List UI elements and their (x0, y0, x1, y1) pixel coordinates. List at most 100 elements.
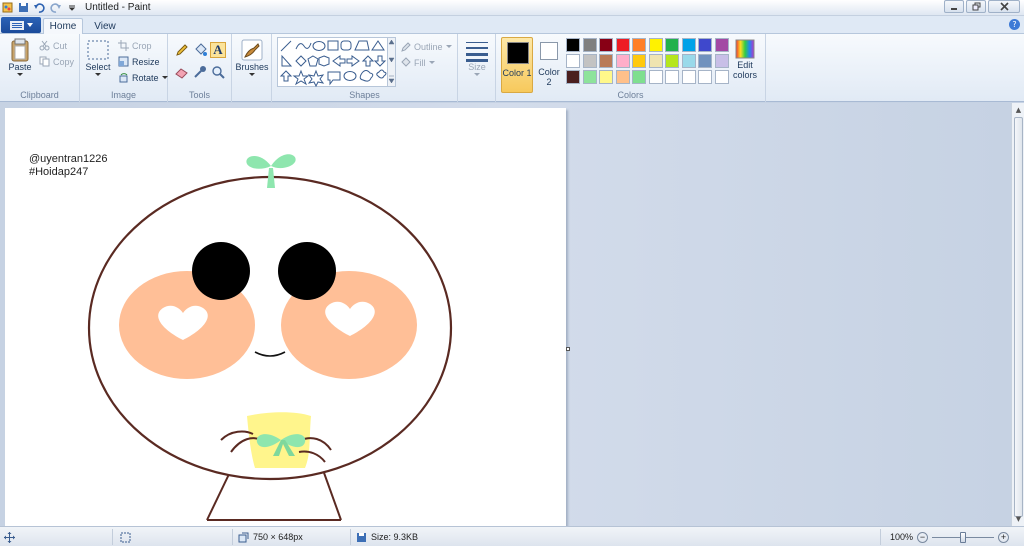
watermark-tag: #Hoidap247 (29, 166, 88, 178)
brushes-button[interactable]: Brushes (235, 38, 269, 77)
quick-access-toolbar (0, 0, 77, 16)
scrollbar-thumb[interactable] (1014, 117, 1023, 517)
line-size-icon (466, 42, 488, 62)
scroll-up-icon[interactable]: ▲ (1014, 105, 1023, 115)
cursor-position-icon (4, 531, 15, 543)
chevron-down-icon (161, 76, 168, 79)
scroll-down-icon[interactable]: ▼ (1014, 514, 1023, 524)
help-icon[interactable]: ? (1009, 19, 1020, 30)
outline-button[interactable]: Outline (400, 40, 452, 53)
color-swatch[interactable] (566, 70, 580, 84)
outline-pen-icon (401, 42, 411, 52)
color2-label[interactable]: Color 2 (536, 67, 562, 87)
vertical-scrollbar[interactable]: ▲ ▼ (1011, 103, 1024, 526)
color-swatch[interactable] (615, 70, 630, 84)
title-bar: Untitled - Paint (0, 0, 1024, 16)
restore-button[interactable] (966, 0, 986, 13)
clipboard-group: Paste Cut Copy Clipboard (0, 34, 80, 102)
paint-menu-button[interactable] (1, 17, 41, 33)
color2-swatch[interactable] (540, 42, 558, 60)
copy-label: Copy (53, 56, 75, 67)
paste-icon (11, 38, 29, 62)
color-picker-icon[interactable] (192, 64, 208, 80)
canvas-resize-handle[interactable] (566, 347, 570, 351)
text-tool-icon[interactable]: A (210, 42, 226, 58)
color-swatch[interactable] (615, 38, 630, 52)
color1-button[interactable]: Color 1 (501, 37, 533, 93)
minimize-button[interactable] (944, 0, 964, 13)
color-swatch[interactable] (681, 54, 696, 68)
color-swatch[interactable] (582, 70, 597, 84)
color-swatch[interactable] (648, 38, 663, 52)
shapes-gallery-scroll[interactable] (387, 37, 396, 87)
color-swatch[interactable] (615, 54, 630, 68)
file-size: Size: 9.3KB (356, 531, 418, 543)
close-button[interactable] (988, 0, 1020, 13)
color-swatch[interactable] (582, 54, 597, 68)
fill-button[interactable]: Fill (400, 56, 435, 69)
pencil-icon[interactable] (174, 42, 190, 58)
customize-qat-icon[interactable] (66, 2, 77, 13)
color-swatch[interactable] (681, 38, 696, 52)
fill-bucket-icon[interactable] (192, 42, 208, 58)
color-swatch[interactable] (599, 54, 613, 68)
color-swatch[interactable] (714, 70, 729, 84)
copy-button[interactable]: Copy (39, 55, 74, 68)
color-swatch[interactable] (698, 70, 712, 84)
select-label: Select (85, 62, 111, 72)
image-group-label: Image (110, 90, 136, 100)
status-bar: 750 × 648px Size: 9.3KB 100% − + (0, 526, 1024, 546)
color1-swatch (507, 42, 529, 64)
rotate-button[interactable]: Rotate (118, 71, 168, 84)
outline-label: Outline (414, 41, 443, 52)
color-swatch[interactable] (665, 38, 679, 52)
resize-button[interactable]: Resize (118, 55, 160, 68)
close-icon (999, 2, 1009, 11)
crop-button[interactable]: Crop (118, 39, 152, 52)
color-swatch[interactable] (599, 38, 613, 52)
cut-button[interactable]: Cut (39, 39, 67, 52)
color-swatch[interactable] (714, 38, 729, 52)
drawing-canvas[interactable]: @uyentran1226 #Hoidap247 (5, 108, 566, 526)
magnifier-icon[interactable] (210, 64, 226, 80)
chevron-down-icon (17, 73, 23, 76)
redo-icon[interactable] (50, 2, 61, 13)
image-group: Select Crop Resize Rotate Image (80, 34, 168, 102)
paste-button[interactable]: Paste (6, 38, 34, 77)
color-swatch[interactable] (648, 70, 663, 84)
save-icon[interactable] (18, 2, 29, 13)
color-swatch[interactable] (665, 70, 679, 84)
color-swatch[interactable] (632, 70, 646, 84)
color-swatch[interactable] (632, 38, 646, 52)
edit-colors-button[interactable]: Edit colors (730, 38, 760, 80)
undo-icon[interactable] (34, 2, 45, 13)
disk-icon (357, 532, 366, 542)
color-swatch[interactable] (566, 54, 580, 68)
brushes-label: Brushes (235, 62, 269, 72)
size-button[interactable]: Size (462, 40, 492, 77)
color-swatch[interactable] (698, 54, 712, 68)
body-right-line (322, 469, 342, 521)
paint-app-icon[interactable] (2, 2, 13, 13)
size-group: Size (458, 34, 496, 102)
color-swatch[interactable] (698, 38, 712, 52)
color1-label: Color 1 (502, 68, 532, 78)
color-swatch[interactable] (582, 38, 597, 52)
color-swatch[interactable] (665, 54, 679, 68)
tab-view[interactable]: View (88, 18, 122, 34)
tab-home[interactable]: Home (43, 18, 83, 34)
eraser-icon[interactable] (174, 64, 190, 80)
select-button[interactable]: Select (84, 38, 112, 77)
zoom-out-icon[interactable]: − (917, 531, 929, 543)
color-swatch[interactable] (681, 70, 696, 84)
color-swatch[interactable] (648, 54, 663, 68)
zoom-slider[interactable] (932, 531, 995, 543)
color-swatch[interactable] (632, 54, 646, 68)
zoom-slider-thumb[interactable] (960, 531, 967, 543)
window-title: Untitled - Paint (85, 2, 151, 13)
color-swatch[interactable] (714, 54, 729, 68)
color-swatch[interactable] (599, 70, 613, 84)
color-swatch[interactable] (566, 38, 580, 52)
edit-colors-label: Edit colors (732, 60, 757, 80)
zoom-in-icon[interactable]: + (998, 531, 1010, 543)
